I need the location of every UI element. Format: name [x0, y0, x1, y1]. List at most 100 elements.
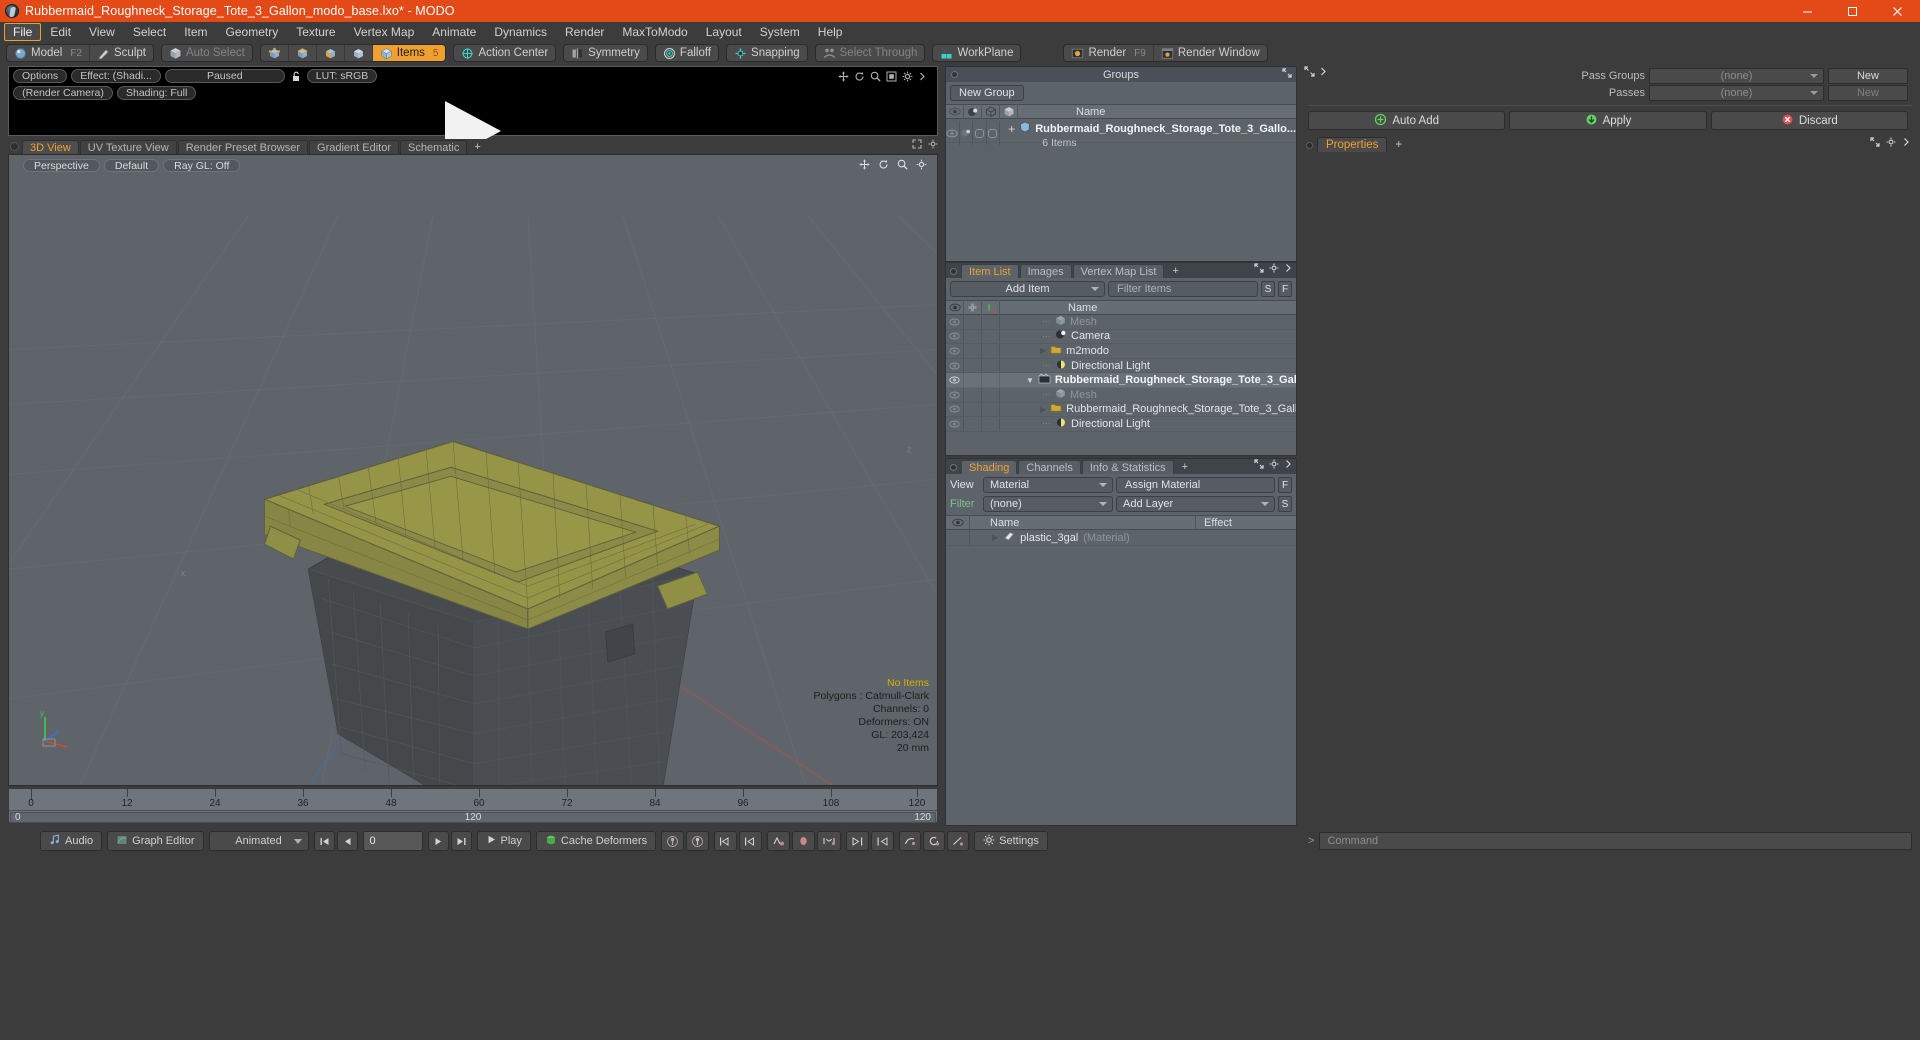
- autokey-icon[interactable]: [767, 831, 791, 851]
- pass-groups-dropdown[interactable]: (none): [1649, 67, 1824, 84]
- items-mode-button[interactable]: Items 5: [372, 45, 446, 61]
- key-selected-icon[interactable]: [686, 831, 710, 851]
- effect-dropdown[interactable]: Effect: (Shadi...: [71, 69, 161, 83]
- table-row[interactable]: ⋯ Mesh: [946, 315, 1296, 330]
- table-row[interactable]: ⋯ Mesh: [946, 387, 1296, 403]
- minimize-icon[interactable]: [1785, 0, 1830, 22]
- tab-add-shading[interactable]: +: [1175, 460, 1195, 474]
- timeline-ruler[interactable]: 0 12 24 36 48 60 72 84 96 108 120 0 120 …: [8, 788, 938, 823]
- row-eye-toggle[interactable]: [946, 373, 964, 387]
- shading-dropdown[interactable]: Shading: Full: [117, 85, 197, 100]
- row-eye-toggle[interactable]: [946, 402, 964, 417]
- key-all-icon[interactable]: [661, 831, 685, 851]
- gear-icon[interactable]: [916, 159, 927, 173]
- close-icon[interactable]: [1875, 0, 1920, 22]
- tab-vertex-map-list[interactable]: Vertex Map List: [1072, 264, 1165, 278]
- gear-icon[interactable]: [1886, 136, 1896, 150]
- render-button[interactable]: Render F9: [1064, 45, 1154, 61]
- play-button[interactable]: Play: [476, 831, 531, 851]
- mode-model-button[interactable]: Model F2: [7, 45, 90, 61]
- chevron-right-icon[interactable]: >: [1308, 835, 1314, 847]
- row-eye-toggle[interactable]: [946, 329, 964, 344]
- command-input[interactable]: Command: [1319, 832, 1912, 850]
- table-row[interactable]: ▼ Rubbermaid_Roughneck_Storage_Tote_3_Ga…: [946, 373, 1296, 388]
- expand-icon[interactable]: [1254, 262, 1264, 276]
- add-layer-dropdown[interactable]: Add Layer: [1116, 496, 1275, 512]
- row-render-toggle[interactable]: [960, 121, 974, 145]
- 3d-viewport[interactable]: z x Perspective Default Ray GL: Off No I…: [8, 154, 938, 786]
- groups-panel-dot[interactable]: [951, 71, 958, 78]
- col-eye-icon[interactable]: [946, 300, 964, 315]
- slope-icon[interactable]: [947, 831, 970, 851]
- falloff-button[interactable]: Falloff: [656, 45, 718, 61]
- lock-icon[interactable]: [289, 70, 303, 83]
- col-eye-icon[interactable]: [946, 104, 964, 119]
- record-icon[interactable]: [792, 831, 816, 851]
- gear-icon[interactable]: [902, 71, 913, 82]
- tab-add-viewport[interactable]: +: [468, 140, 486, 154]
- materials-mode-button[interactable]: [345, 45, 373, 61]
- step-forward-icon[interactable]: [427, 831, 449, 851]
- move-icon[interactable]: [838, 71, 849, 82]
- menu-file[interactable]: File: [4, 23, 42, 41]
- col-wire-icon[interactable]: [982, 104, 1000, 119]
- move-icon[interactable]: [859, 159, 870, 173]
- lut-dropdown[interactable]: LUT: sRGB: [306, 69, 378, 83]
- menu-item[interactable]: Item: [175, 23, 216, 41]
- row-shade-toggle[interactable]: [987, 121, 1001, 145]
- view-dropdown[interactable]: Material: [983, 477, 1113, 493]
- collapse-arrow-icon[interactable]: ▼: [1026, 376, 1034, 385]
- tab-gradient-editor[interactable]: Gradient Editor: [309, 140, 399, 154]
- menu-render[interactable]: Render: [556, 23, 613, 41]
- assign-material-button[interactable]: Assign Material: [1116, 477, 1275, 493]
- table-row[interactable]: ⋯ Directional Light: [946, 417, 1296, 432]
- action-center-button[interactable]: Action Center: [454, 45, 555, 61]
- cycle-icon[interactable]: [923, 831, 946, 851]
- select-through-button[interactable]: Select Through: [816, 45, 925, 61]
- options-button[interactable]: Options: [13, 69, 68, 83]
- go-to-end-icon[interactable]: [450, 831, 472, 851]
- step-back-icon[interactable]: [336, 831, 358, 851]
- raygl-dropdown[interactable]: Ray GL: Off: [163, 159, 241, 172]
- table-row[interactable]: ▶ plastic_3gal (Material): [946, 530, 1296, 546]
- current-frame-field[interactable]: 0: [362, 831, 423, 851]
- expand-icon[interactable]: [1870, 136, 1880, 150]
- timeline-ticks[interactable]: 0 12 24 36 48 60 72 84 96 108 120: [9, 789, 937, 811]
- tab-properties[interactable]: Properties: [1317, 137, 1388, 152]
- add-item-dropdown[interactable]: Add Item: [950, 281, 1105, 297]
- tab-shading[interactable]: Shading: [961, 460, 1018, 474]
- workplane-button[interactable]: WorkPlane: [933, 45, 1020, 61]
- chevron-right-icon[interactable]: [1319, 66, 1327, 80]
- item-list-panel-dot[interactable]: [950, 268, 957, 275]
- expand-icon[interactable]: [912, 138, 922, 152]
- tab-channels[interactable]: Channels: [1018, 460, 1081, 474]
- rotate-icon[interactable]: [878, 159, 889, 173]
- expand-arrow-icon[interactable]: ▶: [1040, 405, 1046, 414]
- row-eye-toggle[interactable]: [946, 344, 964, 358]
- table-row[interactable]: ▶ m2modo: [946, 344, 1296, 359]
- filter-s-button[interactable]: S: [1261, 281, 1275, 297]
- vertices-mode-button[interactable]: [261, 45, 289, 61]
- out-icon[interactable]: [871, 831, 895, 851]
- table-row[interactable]: ⋯ Camera: [946, 329, 1296, 345]
- menu-edit[interactable]: Edit: [41, 23, 80, 41]
- snapping-button[interactable]: Snapping: [727, 45, 807, 61]
- row-eye-toggle[interactable]: [946, 315, 964, 329]
- tab-add-item-list[interactable]: +: [1165, 264, 1185, 278]
- filter-dropdown[interactable]: (none): [983, 496, 1113, 512]
- menu-vertex-map[interactable]: Vertex Map: [345, 23, 424, 41]
- tab-add-properties[interactable]: +: [1387, 137, 1410, 152]
- menu-select[interactable]: Select: [124, 23, 175, 41]
- render-window-button[interactable]: Render Window: [1154, 45, 1267, 61]
- filter-items-input[interactable]: Filter Items: [1108, 281, 1258, 297]
- tab-schematic[interactable]: Schematic: [400, 140, 468, 154]
- menu-help[interactable]: Help: [809, 23, 852, 41]
- graph-editor-button[interactable]: Graph Editor: [107, 831, 204, 851]
- expand-plus-icon[interactable]: +: [1008, 122, 1015, 136]
- edges-mode-button[interactable]: [289, 45, 317, 61]
- menu-maxtomodo[interactable]: MaxToModo: [613, 23, 696, 41]
- groups-row-0[interactable]: + Rubbermaid_Roughneck_Storage_Tote_3_Ga…: [946, 119, 1296, 149]
- row-eye-toggle[interactable]: [946, 358, 964, 373]
- tab-3d-view[interactable]: 3D View: [22, 140, 79, 154]
- pass-groups-new-button[interactable]: New: [1828, 67, 1908, 84]
